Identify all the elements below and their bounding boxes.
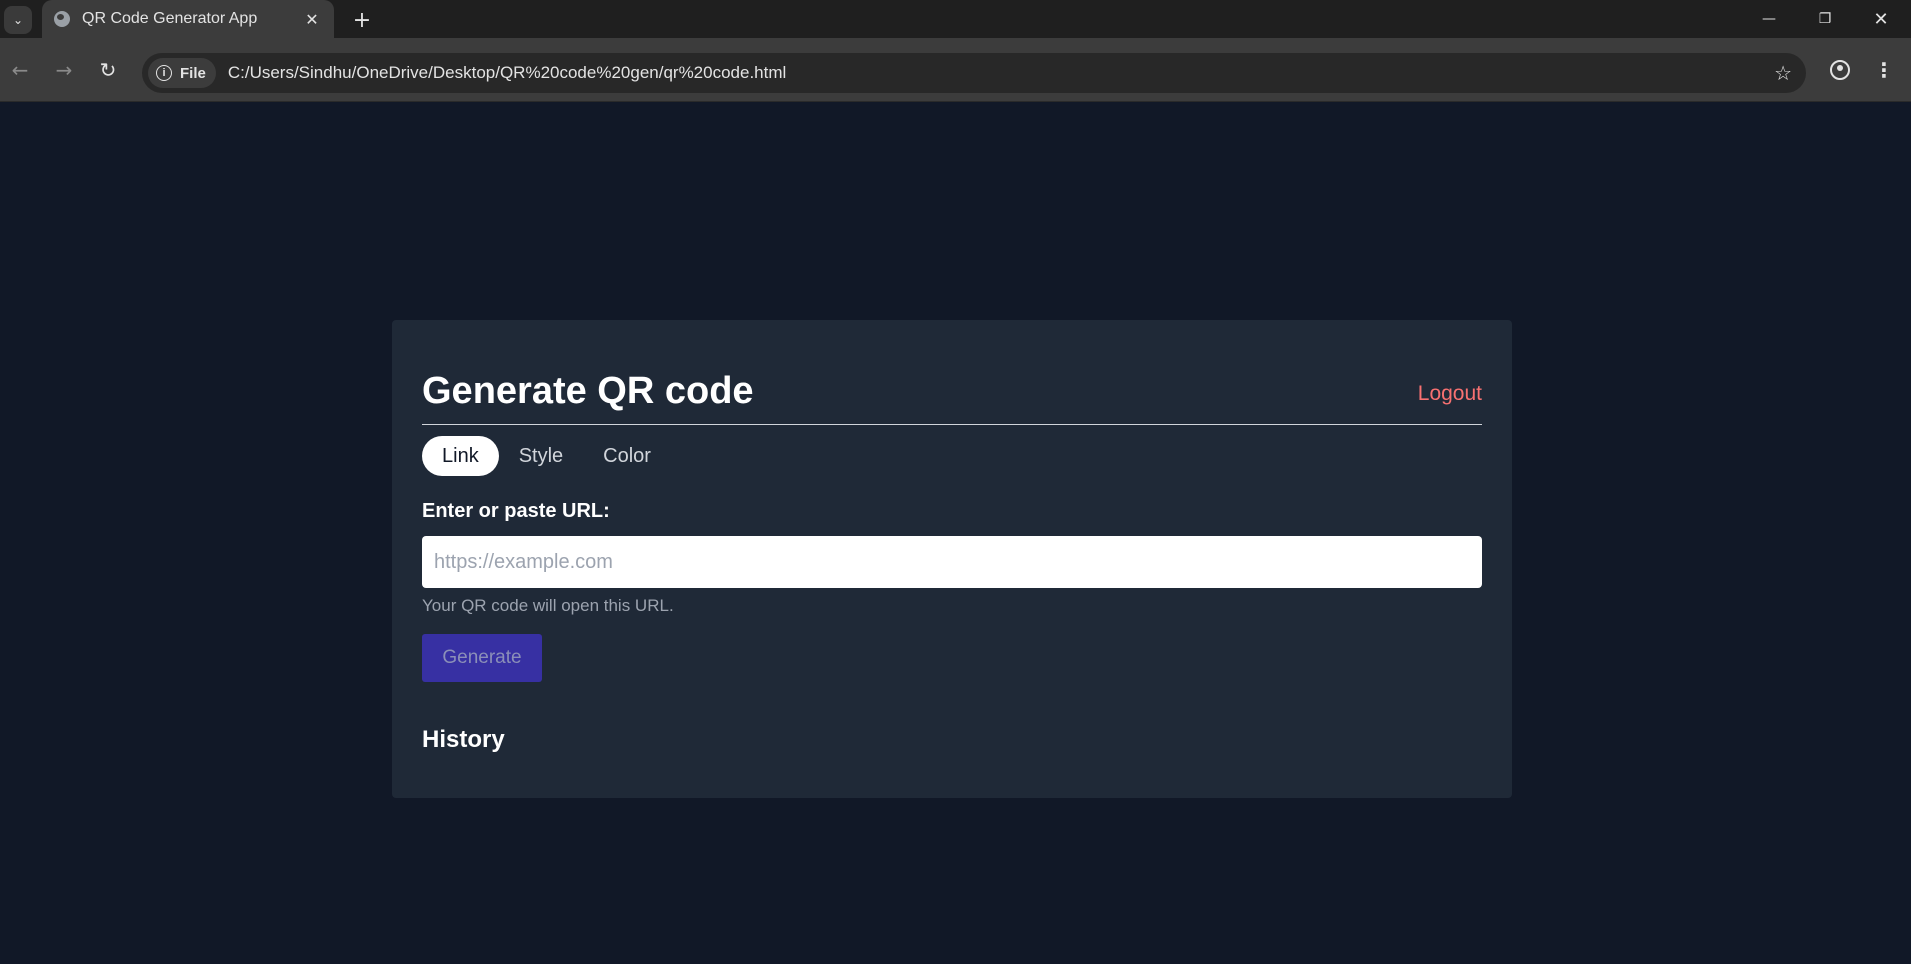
browser-tab[interactable]: QR Code Generator App ✕: [42, 0, 334, 38]
browser-menu-icon[interactable]: ⋮: [1870, 56, 1898, 84]
url-input[interactable]: [422, 536, 1482, 588]
profile-icon[interactable]: [1826, 56, 1854, 84]
card-header: Generate QR code Logout: [422, 350, 1482, 425]
info-icon: i: [156, 65, 172, 81]
tab-title: QR Code Generator App: [82, 10, 258, 27]
minimize-icon[interactable]: —: [1741, 0, 1797, 38]
url-text[interactable]: C:/Users/Sindhu/OneDrive/Desktop/QR%20co…: [228, 63, 786, 83]
site-info-label: File: [180, 64, 206, 82]
page-title: Generate QR code: [422, 370, 754, 412]
address-bar[interactable]: i File C:/Users/Sindhu/OneDrive/Desktop/…: [142, 53, 1806, 93]
bookmark-star-icon[interactable]: ☆: [1774, 61, 1792, 85]
url-field-label: Enter or paste URL:: [422, 500, 610, 522]
window-close-icon[interactable]: ✕: [1853, 0, 1909, 38]
back-arrow-icon[interactable]: ←: [6, 56, 34, 84]
globe-icon: [54, 11, 70, 27]
site-info-chip[interactable]: i File: [148, 58, 216, 88]
generator-tabs: Link Style Color: [422, 436, 671, 476]
tab-link[interactable]: Link: [422, 436, 499, 476]
url-hint: Your QR code will open this URL.: [422, 596, 674, 615]
browser-toolbar: ← → ↻ i File C:/Users/Sindhu/OneDrive/De…: [0, 38, 1911, 102]
forward-arrow-icon[interactable]: →: [50, 56, 78, 84]
tab-style[interactable]: Style: [499, 436, 583, 476]
restore-icon[interactable]: ❐: [1797, 0, 1853, 38]
qr-generator-card: Generate QR code Logout Link Style Color…: [392, 320, 1512, 798]
generate-button[interactable]: Generate: [422, 634, 542, 682]
new-tab-button[interactable]: +: [348, 6, 376, 34]
history-heading: History: [422, 726, 505, 753]
browser-tabstrip: ⌄ QR Code Generator App ✕ + — ❐ ✕: [0, 0, 1911, 38]
reload-icon[interactable]: ↻: [94, 56, 122, 84]
tab-close-icon[interactable]: ✕: [302, 10, 322, 29]
tab-search-chevron-icon[interactable]: ⌄: [4, 6, 32, 34]
logout-link[interactable]: Logout: [1418, 382, 1482, 406]
tab-color[interactable]: Color: [583, 436, 671, 476]
